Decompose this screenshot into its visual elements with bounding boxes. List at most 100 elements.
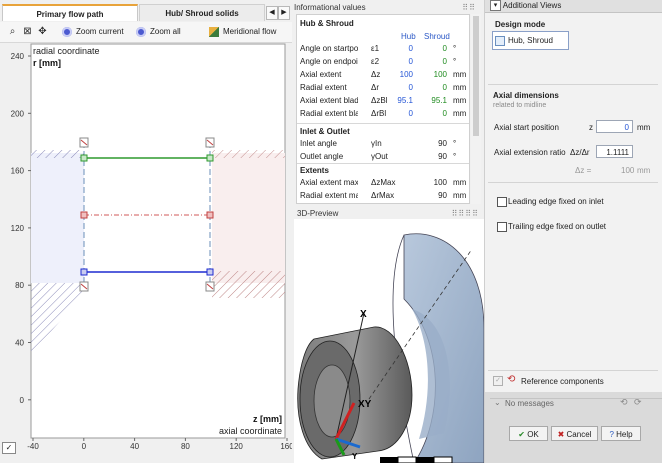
zoom-all-label: Zoom all bbox=[150, 27, 181, 36]
help-button[interactable]: ? Help bbox=[601, 426, 641, 441]
y-tick-label: 160 bbox=[11, 167, 25, 176]
tab-scroll-left-button[interactable]: ◀ bbox=[266, 6, 278, 20]
axial-start-label: Axial start position bbox=[494, 123, 559, 132]
plot-options-icon[interactable]: ✓ bbox=[2, 442, 16, 454]
additional-views-dropdown[interactable]: ▾ Additional Views bbox=[490, 0, 561, 12]
info-scrollbar[interactable] bbox=[471, 14, 481, 204]
plot-toolbar: ⌕ ⊠ ✥ Zoom current Zoom all Meridional f… bbox=[0, 22, 292, 43]
midline-end-point[interactable] bbox=[206, 211, 214, 219]
ok-button[interactable]: ✔ OK bbox=[509, 426, 548, 441]
scale-bar-seg bbox=[416, 457, 434, 463]
info-row: Axial extent max. ΔzMax 100 mm bbox=[297, 178, 469, 191]
col-hub-header: Hub bbox=[401, 32, 416, 41]
info-row-symbol: ΔrMax bbox=[371, 191, 395, 200]
y-tick-label: 200 bbox=[11, 109, 25, 118]
zoom-box-icon[interactable]: ⊠ bbox=[22, 26, 33, 37]
hub-end-point[interactable] bbox=[206, 268, 214, 276]
info-scrollbar-thumb[interactable] bbox=[473, 16, 479, 136]
axial-ratio-input[interactable]: 1.1111 bbox=[596, 145, 633, 158]
message-prev-icon[interactable]: ⟲ bbox=[620, 397, 628, 408]
meridional-flow-label: Meridional flow bbox=[223, 27, 277, 36]
zoom-current-button[interactable]: Zoom current bbox=[62, 25, 124, 39]
info-row-unit: ° bbox=[453, 57, 457, 66]
info-row-unit: ° bbox=[453, 152, 457, 161]
leading-edge-checkbox[interactable] bbox=[497, 197, 507, 207]
zoom-all-icon bbox=[136, 26, 146, 37]
scale-bar-seg bbox=[380, 457, 398, 463]
info-row-label: Radial extent bla bbox=[300, 109, 358, 118]
y-tick-label: 120 bbox=[11, 224, 25, 233]
x-tick-label: 160 bbox=[280, 442, 292, 451]
info-row-unit: mm bbox=[453, 178, 467, 187]
scale-bar-seg bbox=[433, 456, 453, 463]
midline-start-point[interactable] bbox=[80, 211, 88, 219]
inlet-region bbox=[31, 153, 84, 283]
info-row: Radial extent max. ΔrMax 90 mm bbox=[297, 191, 469, 203]
preview-3d-viewport[interactable]: X XY Y bbox=[294, 219, 484, 463]
cancel-button[interactable]: ✖ Cancel bbox=[551, 426, 598, 441]
info-row-symbol: γIn bbox=[371, 139, 382, 148]
info-row-label: Radial extent bbox=[300, 83, 347, 92]
info-row-value: 100 bbox=[433, 178, 447, 187]
info-header-grip-icon[interactable]: ⠿⠿ bbox=[462, 2, 476, 14]
panel-divider bbox=[488, 182, 658, 183]
x-axis-ticks: -40 0 40 80 120 160 bbox=[27, 438, 294, 451]
tab-primary-flow-path[interactable]: Primary flow path bbox=[2, 4, 138, 21]
ok-check-icon: ✔ bbox=[518, 430, 528, 439]
tab-hub-shroud-solids[interactable]: Hub/ Shroud solids bbox=[139, 4, 265, 21]
axial-ratio-label: Axial extension ratio bbox=[494, 148, 566, 157]
trailing-edge-checkbox[interactable] bbox=[497, 222, 507, 232]
info-row-symbol: ε1 bbox=[371, 44, 380, 53]
info-row-label: Inlet angle bbox=[300, 139, 337, 148]
info-header: Informational values ⠿⠿ bbox=[294, 2, 478, 14]
zoom-all-button[interactable]: Zoom all bbox=[136, 25, 181, 39]
info-row-symbol: Δr bbox=[371, 83, 380, 92]
axial-start-symbol: z bbox=[589, 123, 593, 132]
y-tick-label: 240 bbox=[11, 52, 25, 61]
messages-chevron-icon[interactable]: ⌄ bbox=[494, 398, 501, 407]
ok-label: OK bbox=[527, 430, 539, 439]
info-row-label: Outlet angle bbox=[300, 152, 344, 161]
info-row-unit: mm bbox=[453, 83, 467, 92]
hub-outlet-hatch bbox=[212, 271, 285, 298]
pan-icon[interactable]: ✥ bbox=[37, 26, 48, 37]
axial-dimensions-title: Axial dimensions bbox=[493, 91, 559, 100]
zoom-current-icon bbox=[62, 26, 72, 37]
x-tick-label: 120 bbox=[230, 442, 244, 451]
preview-axis-x: X bbox=[360, 309, 367, 320]
shroud-start-point[interactable] bbox=[80, 154, 88, 162]
section-inlet-outlet: Inlet & Outlet bbox=[300, 127, 350, 136]
meridional-plot-svg[interactable]: 240 200 160 120 80 40 0 -40 0 40 80 120 160 radial … bbox=[0, 42, 294, 452]
zoom-icon[interactable]: ⌕ bbox=[7, 26, 18, 37]
y-tick-label: 80 bbox=[15, 281, 24, 290]
dropdown-icon: ▾ bbox=[490, 0, 501, 12]
additional-views-label: Additional Views bbox=[502, 1, 562, 10]
info-row-hub-value: 0 bbox=[408, 44, 413, 53]
section-divider bbox=[297, 123, 469, 124]
x-tick-label: 80 bbox=[181, 442, 190, 451]
reference-components-checkbox[interactable]: ✓ bbox=[493, 376, 503, 386]
info-row: Radial extent bla ΔrBl 0 0 mm bbox=[297, 109, 469, 122]
info-row: Radial extent Δr 0 0 mm bbox=[297, 83, 469, 96]
zoom-current-label: Zoom current bbox=[76, 27, 124, 36]
info-row-symbol: ΔrBl bbox=[371, 109, 387, 118]
section-divider bbox=[297, 163, 469, 164]
preview-3d-svg[interactable]: X XY Y bbox=[294, 219, 484, 463]
axial-start-input[interactable]: 0 bbox=[596, 120, 633, 133]
meridional-flow-button[interactable]: Meridional flow bbox=[209, 25, 276, 39]
message-next-icon[interactable]: ⟳ bbox=[634, 397, 642, 408]
design-mode-value: Hub, Shroud bbox=[508, 36, 553, 45]
panel-divider bbox=[488, 370, 658, 371]
meridional-plot[interactable]: 240 200 160 120 80 40 0 -40 0 40 80 120 160 radial … bbox=[0, 42, 294, 454]
shroud-end-point[interactable] bbox=[206, 154, 214, 162]
info-row-hub-value: 0 bbox=[408, 83, 413, 92]
section-hub-shroud: Hub & Shroud bbox=[300, 19, 354, 28]
tab-scroll-right-button[interactable]: ▶ bbox=[278, 6, 290, 20]
info-row-symbol: ΔzMax bbox=[371, 178, 396, 187]
design-mode-option[interactable]: Hub, Shroud bbox=[495, 34, 567, 47]
info-row-label: Axial extent bbox=[300, 70, 342, 79]
hub-start-point[interactable] bbox=[80, 268, 88, 276]
info-row-label: Axial extent blad bbox=[300, 96, 358, 105]
design-mode-title: Design mode bbox=[495, 20, 546, 29]
info-row-unit: mm bbox=[453, 109, 467, 118]
